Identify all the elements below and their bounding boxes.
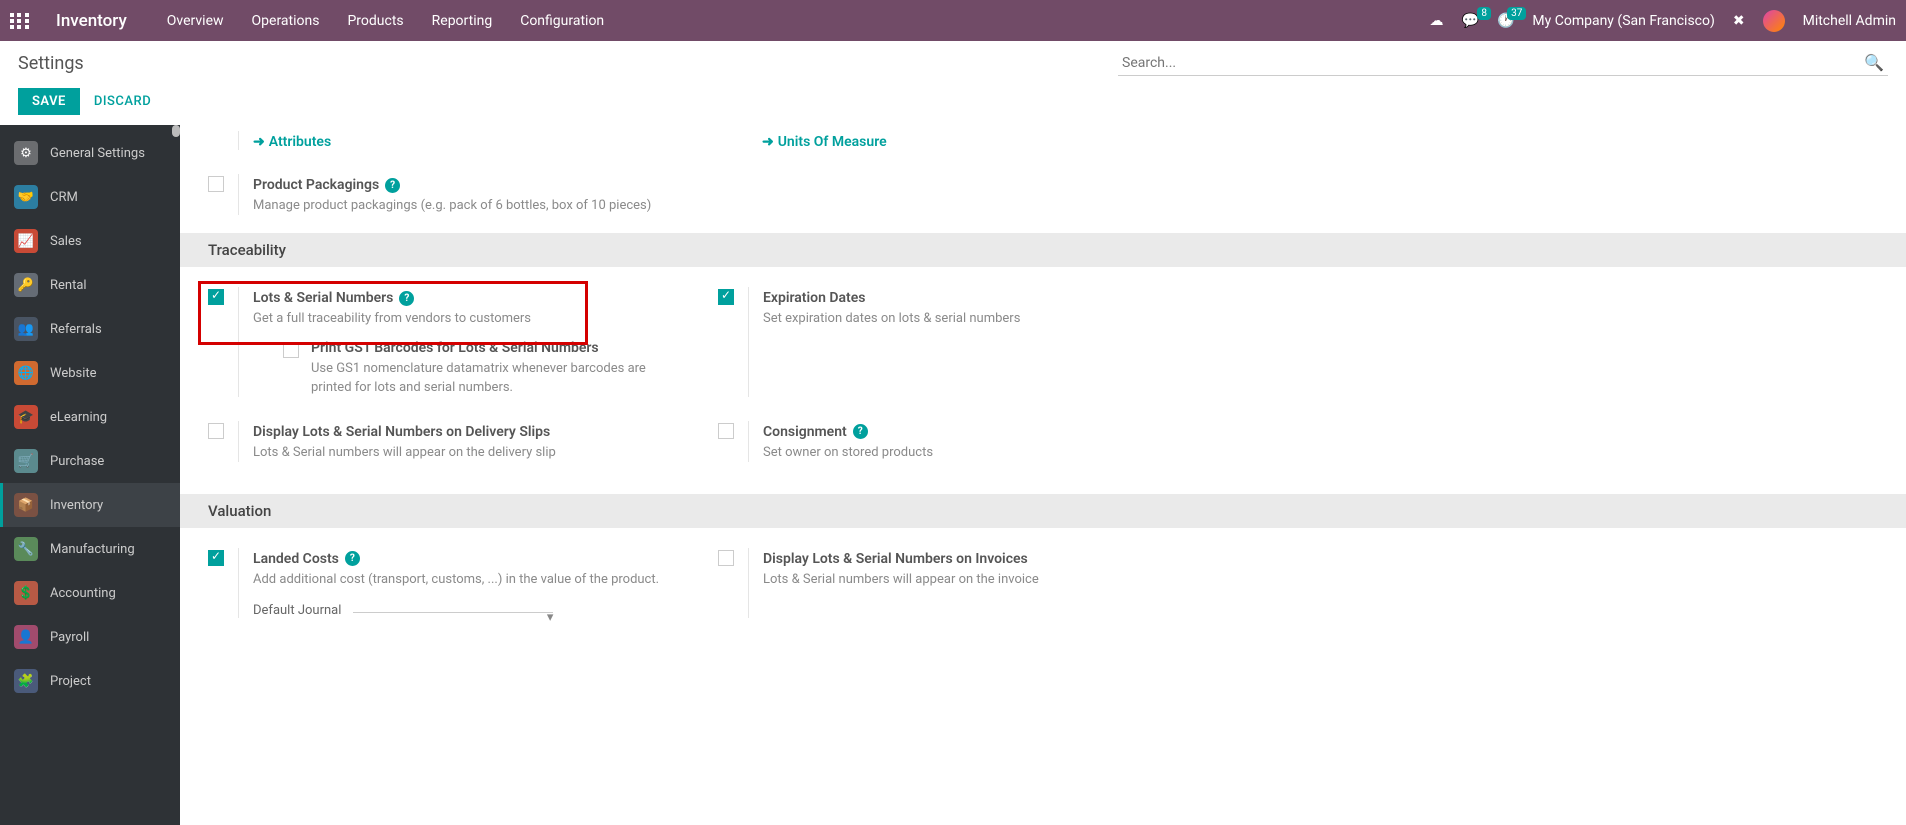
company-switcher[interactable]: My Company (San Francisco) <box>1532 13 1714 29</box>
sidebar-item-payroll[interactable]: 👤 Payroll <box>0 615 180 659</box>
expiration-label: Expiration Dates <box>763 290 865 306</box>
attributes-link[interactable]: ➜ Attributes <box>253 134 331 150</box>
sidebar-item-crm[interactable]: 🤝 CRM <box>0 175 180 219</box>
box-icon: 📦 <box>14 493 38 517</box>
packagings-desc: Manage product packagings (e.g. pack of … <box>253 197 678 215</box>
app-title[interactable]: Inventory <box>56 11 127 31</box>
key-icon: 🔑 <box>14 273 38 297</box>
sidebar-item-label: Payroll <box>50 630 89 645</box>
activities-icon[interactable]: 🕐37 <box>1497 13 1514 29</box>
sidebar-item-label: General Settings <box>50 146 145 161</box>
sidebar-item-accounting[interactable]: 💲 Accounting <box>0 571 180 615</box>
messages-badge: 8 <box>1477 7 1491 20</box>
help-icon[interactable]: ? <box>385 178 400 193</box>
expiration-desc: Set expiration dates on lots & serial nu… <box>763 310 1188 328</box>
gs1-desc: Use GS1 nomenclature datamatrix whenever… <box>311 360 678 396</box>
gs1-checkbox[interactable] <box>283 342 299 358</box>
activities-badge: 37 <box>1507 7 1526 20</box>
sidebar-scrollbar[interactable] <box>172 125 180 137</box>
sidebar-item-sales[interactable]: 📈 Sales <box>0 219 180 263</box>
graduation-icon: 🎓 <box>14 405 38 429</box>
avatar[interactable] <box>1763 10 1785 32</box>
uom-link[interactable]: ➜ Units Of Measure <box>762 134 887 150</box>
menu-products[interactable]: Products <box>347 13 403 29</box>
consignment-checkbox[interactable] <box>718 423 734 439</box>
content-pane: ➜ Attributes ➜ Units Of Measure Product … <box>180 125 1906 825</box>
menu-operations[interactable]: Operations <box>252 13 320 29</box>
sidebar-item-general[interactable]: ⚙ General Settings <box>0 131 180 175</box>
user-icon: 👤 <box>14 625 38 649</box>
save-button[interactable]: SAVE <box>18 88 80 115</box>
sidebar-item-website[interactable]: 🌐 Website <box>0 351 180 395</box>
section-valuation: Valuation <box>180 494 1906 528</box>
sidebar-item-project[interactable]: 🧩 Project <box>0 659 180 703</box>
section-traceability: Traceability <box>180 233 1906 267</box>
consignment-desc: Set owner on stored products <box>763 444 1188 462</box>
invoices-label: Display Lots & Serial Numbers on Invoice… <box>763 551 1028 567</box>
search-input[interactable] <box>1118 51 1888 76</box>
delivery-slips-desc: Lots & Serial numbers will appear on the… <box>253 444 678 462</box>
menu-reporting[interactable]: Reporting <box>432 13 493 29</box>
messages-icon[interactable]: 💬8 <box>1462 13 1479 29</box>
discard-button[interactable]: DISCARD <box>94 94 151 109</box>
gear-icon: ⚙ <box>14 141 38 165</box>
lots-desc: Get a full traceability from vendors to … <box>253 310 678 328</box>
menu-configuration[interactable]: Configuration <box>520 13 604 29</box>
landed-label: Landed Costs <box>253 551 339 567</box>
expiration-checkbox[interactable] <box>718 289 734 305</box>
globe-icon: 🌐 <box>14 361 38 385</box>
lots-label: Lots & Serial Numbers <box>253 290 393 306</box>
sidebar-item-label: Inventory <box>50 498 103 513</box>
sidebar-item-purchase[interactable]: 🛒 Purchase <box>0 439 180 483</box>
topnav: Inventory Overview Operations Products R… <box>0 0 1906 41</box>
search-icon[interactable]: 🔍 <box>1864 53 1884 72</box>
landed-desc: Add additional cost (transport, customs,… <box>253 571 678 589</box>
support-icon[interactable]: ☁ <box>1430 13 1444 29</box>
chart-icon: 📈 <box>14 229 38 253</box>
sidebar-item-label: Project <box>50 674 91 689</box>
invoices-checkbox[interactable] <box>718 550 734 566</box>
sidebar: ⚙ General Settings 🤝 CRM 📈 Sales 🔑 Rental 👥 R… <box>0 125 180 825</box>
help-icon[interactable]: ? <box>853 424 868 439</box>
menu-overview[interactable]: Overview <box>167 13 224 29</box>
money-icon: 💲 <box>14 581 38 605</box>
packagings-label: Product Packagings <box>253 177 379 193</box>
sidebar-item-label: eLearning <box>50 410 107 425</box>
sidebar-item-label: Rental <box>50 278 87 293</box>
invoices-desc: Lots & Serial numbers will appear on the… <box>763 571 1188 589</box>
sidebar-item-label: Purchase <box>50 454 104 469</box>
default-journal-select[interactable] <box>353 608 553 613</box>
sidebar-item-elearning[interactable]: 🎓 eLearning <box>0 395 180 439</box>
help-icon[interactable]: ? <box>345 551 360 566</box>
sidebar-item-rental[interactable]: 🔑 Rental <box>0 263 180 307</box>
tools-icon[interactable]: ✖ <box>1733 13 1745 29</box>
sidebar-item-label: Accounting <box>50 586 116 601</box>
sidebar-item-label: CRM <box>50 190 78 205</box>
sidebar-item-label: Referrals <box>50 322 102 337</box>
help-icon[interactable]: ? <box>399 291 414 306</box>
lots-checkbox[interactable] <box>208 289 224 305</box>
packagings-checkbox[interactable] <box>208 176 224 192</box>
people-icon: 👥 <box>14 317 38 341</box>
user-name[interactable]: Mitchell Admin <box>1803 13 1896 29</box>
sidebar-item-manufacturing[interactable]: 🔧 Manufacturing <box>0 527 180 571</box>
sidebar-item-label: Manufacturing <box>50 542 135 557</box>
landed-checkbox[interactable] <box>208 550 224 566</box>
cart-icon: 🛒 <box>14 449 38 473</box>
delivery-slips-checkbox[interactable] <box>208 423 224 439</box>
wrench-icon: 🔧 <box>14 537 38 561</box>
default-journal-label: Default Journal <box>253 603 341 618</box>
page-title: Settings <box>18 53 84 74</box>
apps-icon[interactable] <box>10 13 30 29</box>
sidebar-item-label: Website <box>50 366 97 381</box>
sidebar-item-inventory[interactable]: 📦 Inventory <box>0 483 180 527</box>
sidebar-item-label: Sales <box>50 234 82 249</box>
consignment-label: Consignment <box>763 424 847 440</box>
gs1-label: Print GS1 Barcodes for Lots & Serial Num… <box>311 340 678 356</box>
delivery-slips-label: Display Lots & Serial Numbers on Deliver… <box>253 424 550 440</box>
puzzle-icon: 🧩 <box>14 669 38 693</box>
sidebar-item-referrals[interactable]: 👥 Referrals <box>0 307 180 351</box>
handshake-icon: 🤝 <box>14 185 38 209</box>
